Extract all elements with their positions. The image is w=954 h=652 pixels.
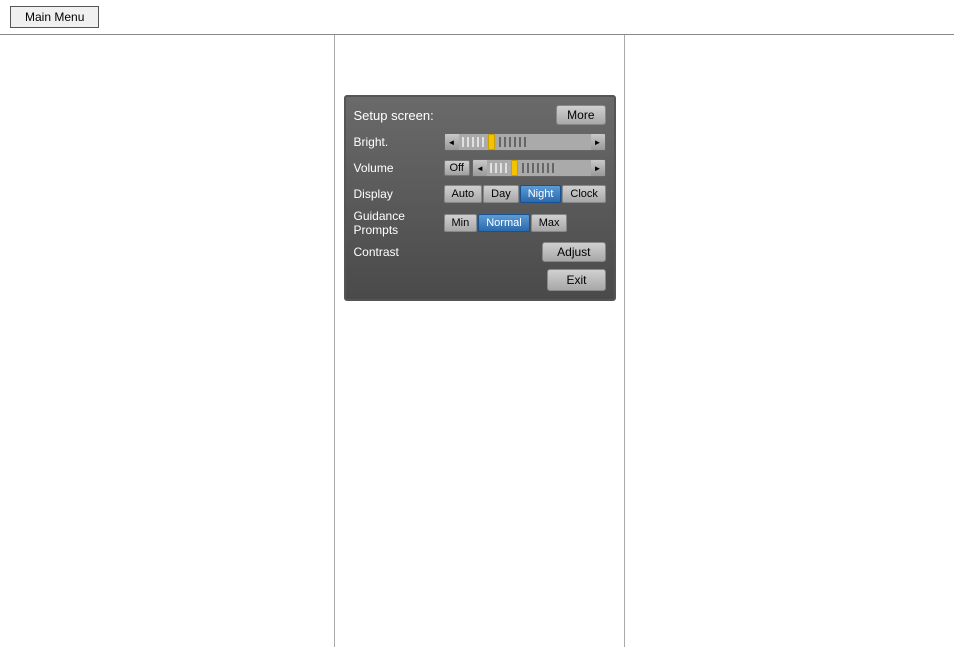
setup-screen-title: Setup screen: bbox=[354, 108, 434, 123]
tick bbox=[527, 163, 529, 173]
setup-screen-widget: Setup screen: More Bright. ◄ bbox=[344, 95, 616, 301]
contrast-label: Contrast bbox=[354, 245, 444, 259]
tick bbox=[552, 163, 554, 173]
tick bbox=[504, 137, 506, 147]
brightness-ticks bbox=[462, 134, 588, 150]
volume-off-button[interactable]: Off bbox=[444, 160, 470, 176]
brightness-label: Bright. bbox=[354, 135, 444, 149]
tick bbox=[524, 137, 526, 147]
volume-right-arrow[interactable]: ► bbox=[591, 160, 605, 176]
guidance-normal-button[interactable]: Normal bbox=[478, 214, 529, 232]
tick bbox=[462, 137, 464, 147]
volume-track bbox=[487, 160, 591, 176]
brightness-left-arrow[interactable]: ◄ bbox=[445, 134, 459, 150]
guidance-max-button[interactable]: Max bbox=[531, 214, 568, 232]
tick bbox=[482, 137, 484, 147]
guidance-prompts-label: Guidance Prompts bbox=[354, 209, 444, 237]
brightness-track bbox=[459, 134, 591, 150]
tick bbox=[499, 137, 501, 147]
display-controls: Auto Day Night Clock bbox=[444, 185, 606, 203]
more-button[interactable]: More bbox=[556, 105, 605, 125]
tick bbox=[547, 163, 549, 173]
center-panel: Setup screen: More Bright. ◄ bbox=[335, 35, 625, 647]
display-night-button[interactable]: Night bbox=[520, 185, 562, 203]
contrast-row: Contrast Adjust bbox=[354, 241, 606, 263]
volume-left-arrow[interactable]: ◄ bbox=[473, 160, 487, 176]
tick bbox=[514, 137, 516, 147]
volume-row: Volume Off ◄ bbox=[354, 157, 606, 179]
tick bbox=[509, 137, 511, 147]
volume-slider[interactable]: ◄ bbox=[472, 159, 606, 177]
exit-button[interactable]: Exit bbox=[547, 269, 605, 291]
display-day-button[interactable]: Day bbox=[483, 185, 519, 203]
main-menu-button[interactable]: Main Menu bbox=[10, 6, 99, 28]
tick bbox=[522, 163, 524, 173]
top-bar: Main Menu bbox=[0, 0, 954, 35]
volume-thumb bbox=[511, 160, 518, 176]
brightness-thumb bbox=[488, 134, 495, 150]
display-label: Display bbox=[354, 187, 444, 201]
display-auto-button[interactable]: Auto bbox=[444, 185, 483, 203]
contrast-controls: Adjust bbox=[444, 242, 606, 262]
volume-label: Volume bbox=[354, 161, 444, 175]
content-area: Setup screen: More Bright. ◄ bbox=[0, 35, 954, 647]
tick bbox=[505, 163, 507, 173]
tick bbox=[519, 137, 521, 147]
guidance-prompts-controls: Min Normal Max bbox=[444, 214, 606, 232]
tick bbox=[532, 163, 534, 173]
display-row: Display Auto Day Night Clock bbox=[354, 183, 606, 205]
tick bbox=[537, 163, 539, 173]
setup-header: Setup screen: More bbox=[354, 105, 606, 125]
brightness-slider[interactable]: ◄ bbox=[444, 133, 606, 151]
contrast-adjust-button[interactable]: Adjust bbox=[542, 242, 605, 262]
volume-ticks bbox=[490, 160, 588, 176]
display-clock-button[interactable]: Clock bbox=[562, 185, 606, 203]
tick bbox=[500, 163, 502, 173]
tick bbox=[542, 163, 544, 173]
tick bbox=[490, 163, 492, 173]
brightness-row: Bright. ◄ bbox=[354, 131, 606, 153]
left-panel bbox=[0, 35, 335, 647]
tick bbox=[477, 137, 479, 147]
tick bbox=[495, 163, 497, 173]
guidance-prompts-row: Guidance Prompts Min Normal Max bbox=[354, 209, 606, 237]
exit-row: Exit bbox=[354, 269, 606, 291]
right-panel bbox=[625, 35, 954, 647]
brightness-right-arrow[interactable]: ► bbox=[591, 134, 605, 150]
volume-controls: Off ◄ bbox=[444, 159, 606, 177]
tick bbox=[467, 137, 469, 147]
brightness-controls: ◄ bbox=[444, 133, 606, 151]
guidance-min-button[interactable]: Min bbox=[444, 214, 478, 232]
tick bbox=[472, 137, 474, 147]
